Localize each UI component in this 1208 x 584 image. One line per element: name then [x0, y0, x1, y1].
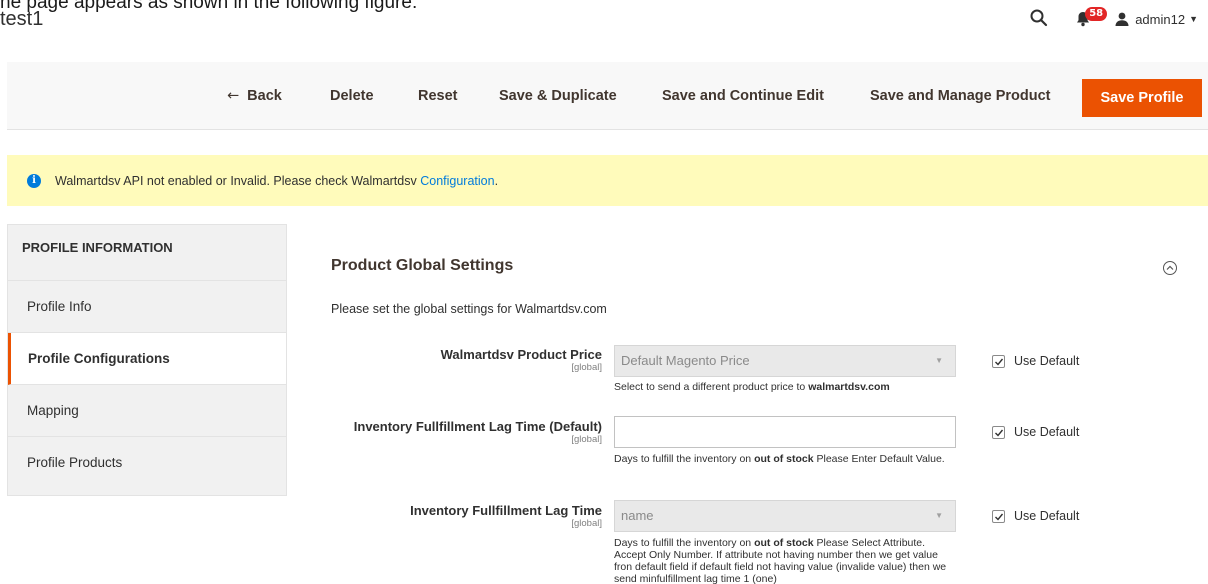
select-arrow-icon: ▼: [935, 511, 943, 520]
caption-text: he page appears as shown in the followin…: [0, 0, 418, 13]
sidebar-item-profile-configurations[interactable]: Profile Configurations: [8, 333, 286, 385]
sidebar-item-mapping[interactable]: Mapping: [8, 385, 286, 437]
profile-sidebar: PROFILE INFORMATION Profile Info Profile…: [7, 224, 287, 496]
product-price-use-default[interactable]: Use Default: [992, 354, 1079, 368]
notification-count-badge: 58: [1085, 7, 1108, 21]
checkmark-icon: [995, 513, 1004, 521]
save-duplicate-button[interactable]: Save & Duplicate: [499, 81, 617, 111]
page-title: test1: [0, 8, 44, 30]
lag-time-default-note: Days to fulfill the inventory on out of …: [614, 453, 954, 465]
user-icon: [1115, 12, 1129, 26]
header-actions: 58 admin12 ▼: [1027, 6, 1198, 32]
reset-button[interactable]: Reset: [418, 81, 458, 111]
notifications-button[interactable]: 58: [1071, 6, 1108, 32]
product-price-note-text: Select to send a different product price…: [614, 381, 809, 393]
lag-time-default-label: Inventory Fullfillment Lag Time (Default…: [353, 419, 602, 434]
lag-time-default-note-text: Days to fulfill the inventory on: [614, 453, 755, 465]
lag-time-note-text: Days to fulfill the inventory on: [614, 537, 755, 549]
use-default-label: Use Default: [1014, 509, 1080, 523]
search-icon: [1030, 9, 1048, 27]
lag-time-default-scope: [global]: [571, 434, 602, 445]
use-default-checkbox[interactable]: [992, 509, 1005, 523]
warning-notice: i Walmartdsv API not enabled or Invalid.…: [7, 155, 1208, 206]
product-price-note: Select to send a different product price…: [614, 381, 954, 393]
use-default-label: Use Default: [1014, 425, 1080, 439]
lag-time-note-bold: out of stock: [754, 537, 814, 549]
sidebar-item-profile-info[interactable]: Profile Info: [8, 281, 286, 333]
lag-time-value: name: [621, 508, 654, 523]
product-price-value: Default Magento Price: [621, 353, 750, 368]
checkmark-icon: [995, 358, 1004, 366]
back-label: Back: [247, 88, 282, 104]
product-price-label: Walmartdsv Product Price: [440, 347, 602, 362]
notice-text: Walmartdsv API not enabled or Invalid. P…: [55, 174, 498, 188]
delete-button[interactable]: Delete: [330, 81, 374, 111]
product-price-select[interactable]: Default Magento Price ▼: [614, 345, 956, 377]
save-profile-button[interactable]: Save Profile: [1082, 79, 1202, 117]
lag-time-default-note-bold: out of stock: [754, 453, 814, 465]
sidebar-item-profile-products[interactable]: Profile Products: [8, 437, 286, 489]
section-title: Product Global Settings: [331, 257, 514, 274]
user-menu[interactable]: admin12 ▼: [1115, 12, 1198, 27]
checkmark-icon: [995, 429, 1004, 437]
save-manage-product-button[interactable]: Save and Manage Product: [870, 81, 1051, 111]
arrow-left-icon: ←: [227, 88, 240, 104]
product-price-note-bold: walmartdsv.com: [808, 381, 890, 393]
use-default-checkbox[interactable]: [992, 354, 1005, 368]
caret-down-icon: ▼: [1189, 14, 1198, 24]
search-button[interactable]: [1027, 6, 1053, 32]
sidebar-heading: PROFILE INFORMATION: [8, 225, 286, 281]
use-default-checkbox[interactable]: [992, 425, 1005, 439]
notice-message: Walmartdsv API not enabled or Invalid. P…: [55, 173, 421, 188]
lag-time-select[interactable]: name ▼: [614, 500, 956, 532]
lag-time-default-note-after: Please Enter Default Value.: [813, 453, 945, 465]
lag-time-default-use-default[interactable]: Use Default: [992, 425, 1079, 439]
info-icon: i: [27, 173, 41, 188]
collapse-section-button[interactable]: [1163, 261, 1177, 275]
lag-time-default-input[interactable]: [614, 416, 956, 448]
back-button[interactable]: ← Back: [227, 81, 282, 111]
lag-time-label: Inventory Fullfillment Lag Time: [410, 503, 602, 518]
configuration-link[interactable]: Configuration: [420, 174, 494, 188]
product-price-scope: [global]: [571, 362, 602, 373]
page-actions-bar: ← Back Delete Reset Save & Duplicate Save…: [7, 62, 1208, 130]
section-description: Please set the global settings for Walma…: [331, 302, 607, 316]
save-continue-button[interactable]: Save and Continue Edit: [662, 81, 824, 111]
select-arrow-icon: ▼: [935, 356, 943, 365]
lag-time-scope: [global]: [571, 518, 602, 529]
chevron-up-icon: [1166, 265, 1174, 270]
use-default-label: Use Default: [1014, 354, 1080, 368]
lag-time-note: Days to fulfill the inventory on out of …: [614, 537, 954, 584]
lag-time-use-default[interactable]: Use Default: [992, 509, 1079, 523]
user-name: admin12: [1135, 11, 1186, 27]
notice-suffix: .: [494, 173, 499, 188]
